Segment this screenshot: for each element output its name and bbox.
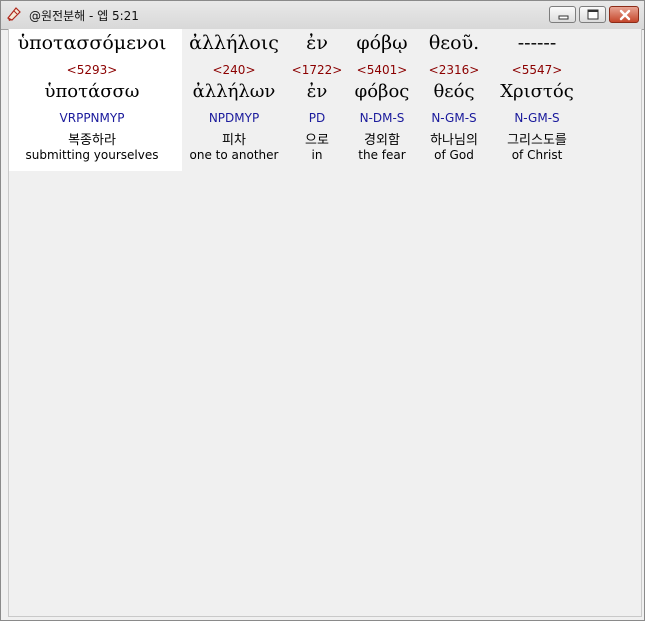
title-bar[interactable]: @원전분해 - 엡 5:21 [1,1,644,30]
english-gloss: submitting yourselves [25,148,159,162]
strong-number[interactable]: <5293> [9,63,175,77]
greek-word[interactable]: ------ [493,32,581,54]
greek-word[interactable]: ἀλλήλοις [182,32,286,54]
parsing-code: NPDMYP [208,111,260,125]
analysis-panel: ὑποτασσόμενοι <5293> ὑποτάσσω VRPPNMYP 복… [8,29,642,617]
korean-gloss: 그리스도를 [507,133,567,148]
strong-number[interactable]: <240> [182,63,286,77]
english-gloss: one to another [189,148,279,162]
window-title: @원전분해 - 엡 5:21 [29,9,139,23]
close-icon [619,9,631,21]
greek-word[interactable]: φόβῳ [347,32,417,54]
maximize-icon [587,9,599,20]
parsing-code: VRPPNMYP [59,111,125,125]
greek-word[interactable]: θεοῦ. [419,32,489,54]
strong-number[interactable]: <5401> [347,63,417,77]
minimize-icon [558,15,569,20]
strong-number[interactable]: <1722> [290,63,344,77]
parsing-code: N-GM-S [514,111,560,125]
greek-lemma: φόβος [354,81,410,102]
parsing-code: N-DM-S [359,111,405,125]
minimize-button[interactable] [549,6,576,23]
greek-lemma: θεός [433,81,475,102]
greek-lemma: ἐν [306,81,328,102]
greek-lemma: ὑποτάσσω [44,81,140,102]
parsing-code: PD [308,111,326,125]
greek-lemma: Χριστός [500,81,574,102]
strong-number[interactable]: <2316> [419,63,489,77]
maximize-button[interactable] [579,6,606,23]
app-window: @원전분해 - 엡 5:21 ὑποτασσόμενοι <5293> ὑποτ… [0,0,645,621]
korean-gloss: 하나님의 [430,133,478,148]
greek-word[interactable]: ὑποτασσόμενοι [9,32,175,54]
korean-gloss: 복종하라 [68,133,116,148]
greek-lemma: ἀλλήλων [192,81,276,102]
english-gloss: in [311,148,323,162]
korean-gloss: 피차 [222,133,246,148]
korean-gloss: 경외함 [364,133,400,148]
parsing-code: N-GM-S [431,111,477,125]
app-icon[interactable] [6,6,22,22]
english-gloss: of Christ [511,148,563,162]
english-gloss: the fear [358,148,406,162]
english-gloss: of God [434,148,474,162]
close-button[interactable] [609,6,639,23]
korean-gloss: 으로 [305,133,329,148]
strong-number[interactable]: <5547> [493,63,581,77]
greek-word[interactable]: ἐν [290,32,344,54]
